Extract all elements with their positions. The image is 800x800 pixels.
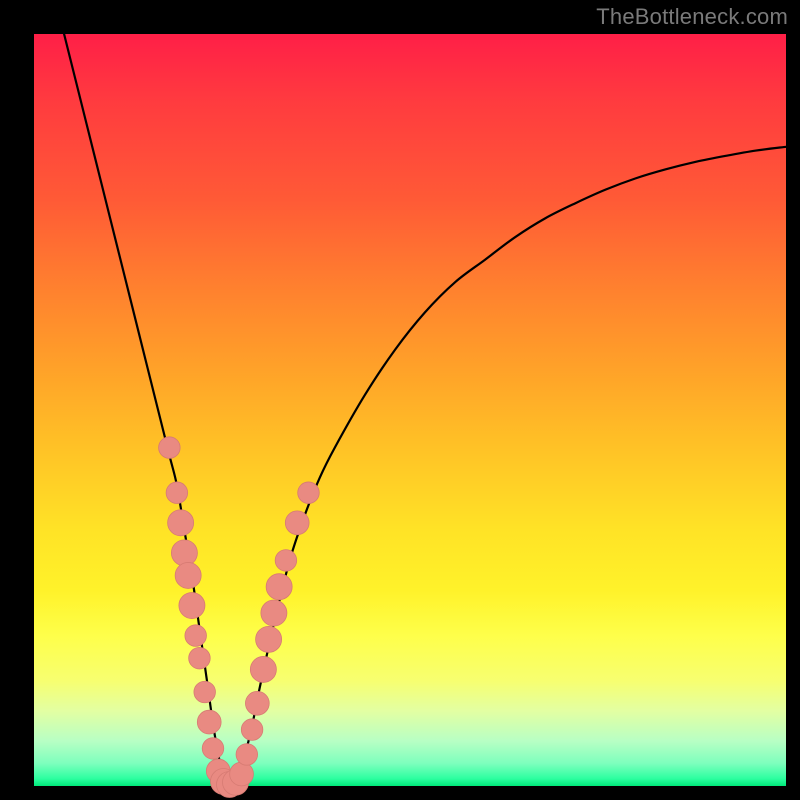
chart-marker <box>245 691 269 715</box>
chart-marker <box>261 600 287 626</box>
chart-marker <box>185 625 207 647</box>
chart-marker <box>179 593 205 619</box>
chart-marker <box>298 482 320 504</box>
chart-marker <box>171 540 197 566</box>
chart-marker <box>250 656 276 682</box>
bottleneck-curve <box>64 34 786 786</box>
chart-markers <box>159 437 320 798</box>
watermark-text: TheBottleneck.com <box>596 4 788 30</box>
chart-marker <box>230 762 254 786</box>
chart-marker <box>241 719 263 741</box>
chart-svg <box>34 34 786 786</box>
chart-frame: TheBottleneck.com <box>0 0 800 800</box>
chart-marker <box>236 744 258 766</box>
chart-plot-area <box>34 34 786 786</box>
chart-marker <box>256 626 282 652</box>
chart-marker <box>189 647 211 669</box>
chart-marker <box>202 738 224 760</box>
chart-marker <box>168 510 194 536</box>
chart-marker <box>175 562 201 588</box>
chart-marker <box>194 681 216 703</box>
chart-marker <box>166 482 188 504</box>
chart-marker <box>197 710 221 734</box>
chart-marker <box>275 550 297 572</box>
chart-marker <box>159 437 181 459</box>
chart-marker <box>285 511 309 535</box>
chart-marker <box>266 574 292 600</box>
